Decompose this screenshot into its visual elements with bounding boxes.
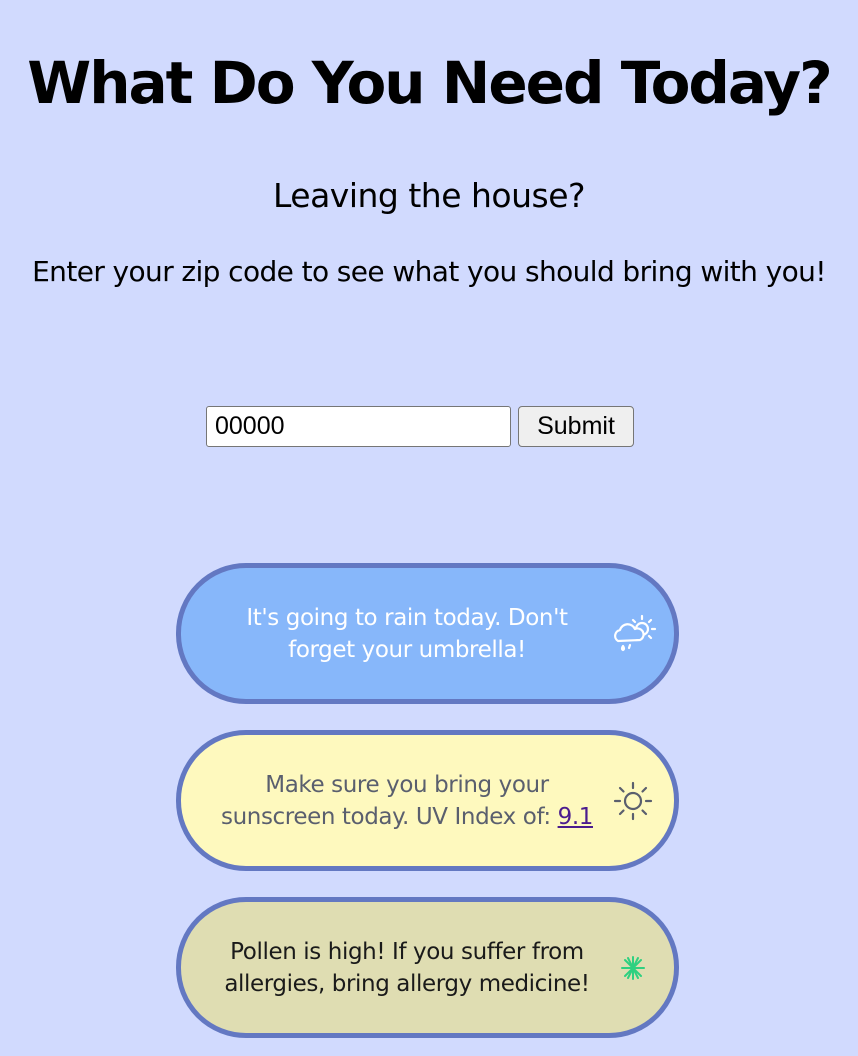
instructions-text: Enter your zip code to see what you shou… [32,255,826,288]
page-title: What Do You Need Today? [27,49,832,117]
zip-code-input[interactable] [206,406,511,447]
sunscreen-card-message: Make sure you bring your sunscreen today… [221,771,551,830]
rain-cloud-sun-icon [614,614,657,651]
rain-card: It's going to rain today. Don't forget y… [176,563,679,704]
submit-button[interactable]: Submit [518,406,634,447]
sunscreen-card-text: Make sure you bring your sunscreen today… [217,769,597,833]
uv-index-link[interactable]: 9.1 [558,804,594,830]
pollen-card: Pollen is high! If you suffer from aller… [176,897,679,1038]
sunscreen-card: Make sure you bring your sunscreen today… [176,730,679,871]
page: What Do You Need Today? Leaving the hous… [0,0,858,1056]
page-subtitle: Leaving the house? [272,176,586,215]
rain-card-text: It's going to rain today. Don't forget y… [246,604,568,663]
pollen-icon [621,955,645,980]
sun-icon [613,781,653,820]
zip-form: Submit [206,406,634,448]
pollen-card-text: Pollen is high! If you suffer from aller… [224,938,590,997]
